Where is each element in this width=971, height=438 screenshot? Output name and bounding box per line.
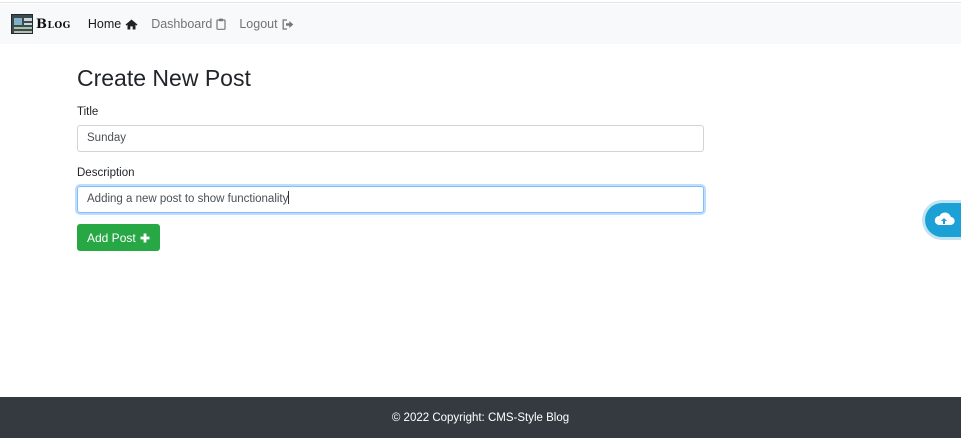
description-input[interactable]: Adding a new post to show functionality (77, 186, 704, 213)
sign-out-icon (282, 18, 294, 30)
clipboard-icon (216, 18, 226, 30)
cloud-icon (933, 210, 955, 231)
home-icon (125, 19, 138, 30)
brand-logo-icon (11, 14, 33, 34)
nav-links: Home Dashboard Logout (88, 17, 307, 31)
nav-link-dashboard[interactable]: Dashboard (151, 17, 226, 31)
add-post-button[interactable]: Add Post (77, 224, 160, 251)
footer-copyright: © 2022 Copyright: CMS-Style Blog (391, 411, 570, 424)
page-title: Create New Post (77, 65, 251, 91)
nav-link-home-label: Home (87, 17, 122, 31)
brand-text: Blog (36, 16, 71, 32)
nav-link-logout[interactable]: Logout (239, 17, 293, 31)
scrollbar-gutter (961, 0, 971, 438)
nav-link-home[interactable]: Home (88, 17, 138, 31)
floating-cloud-button[interactable] (922, 200, 962, 240)
navbar: Blog Home Dashboard Logout (0, 4, 961, 44)
plus-icon (140, 233, 150, 243)
nav-link-dashboard-label: Dashboard (151, 17, 213, 31)
description-label: Description (77, 167, 135, 179)
footer: © 2022 Copyright: CMS-Style Blog (0, 397, 961, 438)
text-cursor (288, 191, 290, 204)
nav-link-logout-label: Logout (239, 17, 278, 31)
top-border (0, 0, 971, 3)
add-post-label: Add Post (87, 230, 136, 245)
brand[interactable]: Blog (11, 14, 71, 34)
title-label: Title (77, 106, 99, 118)
title-input[interactable]: Sunday (77, 125, 704, 152)
description-input-value: Adding a new post to show functionality (87, 193, 289, 205)
create-post-form: Create New Post Title Sunday Description… (77, 62, 704, 251)
